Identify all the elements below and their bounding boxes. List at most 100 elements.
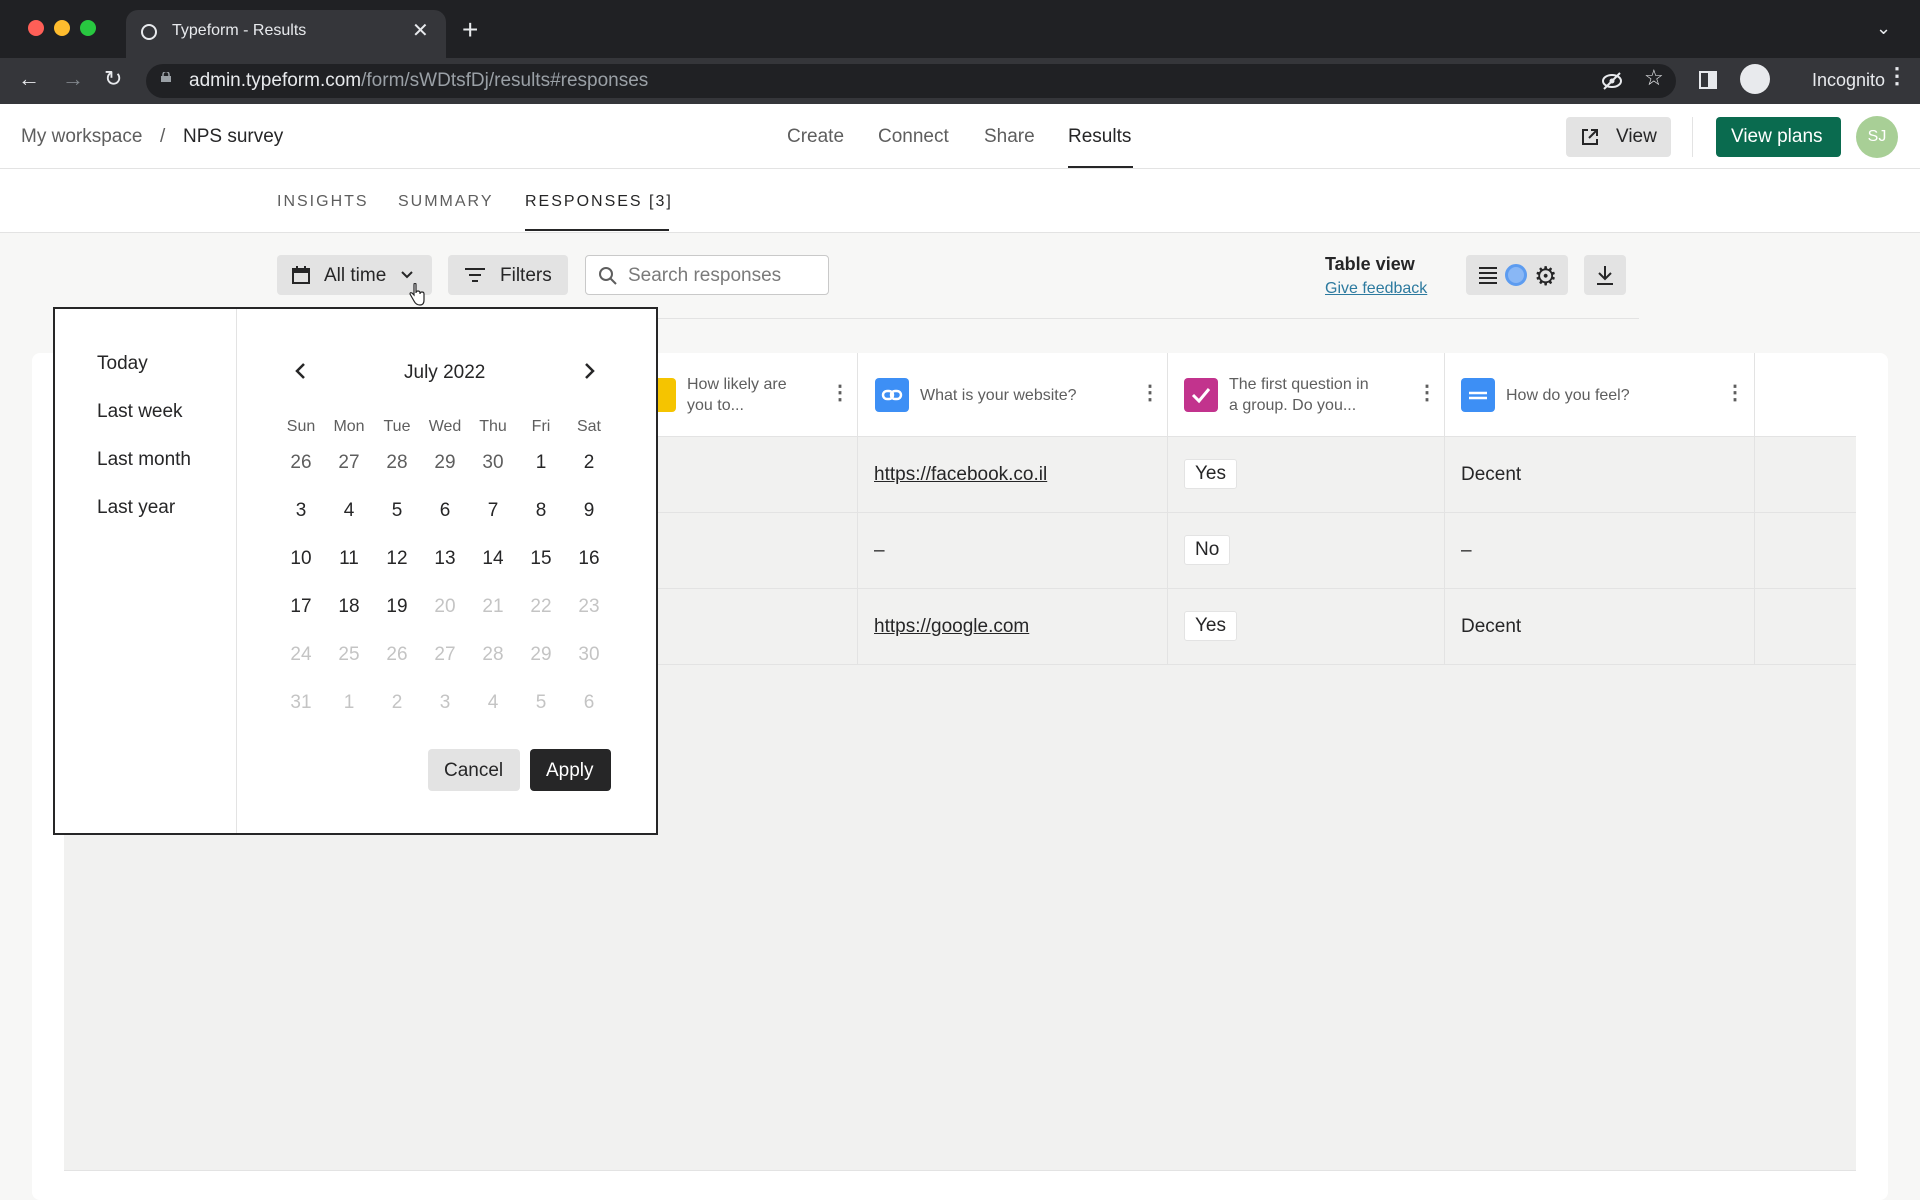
calendar-day[interactable]: 1 xyxy=(517,452,565,474)
calendar-day: 28 xyxy=(482,644,504,665)
breadcrumb-workspace[interactable]: My workspace xyxy=(21,126,142,148)
calendar-day: 25 xyxy=(338,644,360,665)
back-arrow-icon[interactable]: ← xyxy=(18,66,40,92)
column-menu-icon[interactable]: ⋮ xyxy=(1417,380,1437,405)
calendar-day: 21 xyxy=(482,596,504,617)
calendar-day[interactable]: 27 xyxy=(325,452,373,474)
weekday-label: Tue xyxy=(383,418,411,435)
nav-results[interactable]: Results xyxy=(1068,126,1131,148)
column-header-feel[interactable]: How do you feel? xyxy=(1506,385,1630,406)
calendar-day[interactable]: 17 xyxy=(277,596,325,618)
column-header-line1: How likely are xyxy=(687,376,787,393)
calendar-day[interactable]: 12 xyxy=(373,548,421,570)
nav-connect[interactable]: Connect xyxy=(878,126,949,148)
forward-arrow-icon[interactable]: → xyxy=(62,66,84,92)
hand-cursor-icon xyxy=(409,283,425,306)
column-menu-icon[interactable]: ⋮ xyxy=(1725,380,1745,405)
calendar-day[interactable]: 2 xyxy=(565,452,613,474)
calendar-day[interactable]: 8 xyxy=(517,500,565,522)
weekday-label: Sun xyxy=(286,418,316,435)
tab-responses[interactable]: RESPONSES [3] xyxy=(525,193,673,211)
calendar-day[interactable]: 15 xyxy=(517,548,565,570)
browser-menu-icon[interactable]: ⋮ xyxy=(1886,63,1908,89)
cell-answer-pill: Yes xyxy=(1184,611,1237,641)
calendar-day[interactable]: 6 xyxy=(421,500,469,522)
list-view-icon[interactable] xyxy=(1477,265,1499,285)
minimize-window-button[interactable] xyxy=(54,20,70,36)
calendar-day[interactable]: 3 xyxy=(277,500,325,522)
calendar-day[interactable]: 4 xyxy=(325,500,373,522)
popover-divider xyxy=(236,309,237,833)
calendar-day: 24 xyxy=(290,644,312,665)
month-title: July 2022 xyxy=(404,362,486,383)
calendar-day[interactable]: 28 xyxy=(373,452,421,474)
cell-feel: Decent xyxy=(1461,464,1522,485)
toggle-knob[interactable] xyxy=(1505,264,1527,286)
gear-icon[interactable]: ⚙ xyxy=(1534,261,1557,292)
cell-feel: – xyxy=(1461,540,1472,561)
nav-create[interactable]: Create xyxy=(787,126,844,148)
column-header-rating[interactable]: How likely are you to... xyxy=(687,374,787,416)
close-tab-icon[interactable]: ✕ xyxy=(412,18,429,43)
calendar-day: 6 xyxy=(583,692,595,713)
eye-off-icon[interactable] xyxy=(1601,70,1623,92)
dropdown-icon xyxy=(1461,378,1495,412)
calendar-day[interactable]: 16 xyxy=(565,548,613,570)
reload-icon[interactable]: ↻ xyxy=(104,66,122,92)
url-text[interactable]: admin.typeform.com/form/sWDtsfDj/results… xyxy=(189,70,648,92)
view-plans-label: View plans xyxy=(1731,126,1823,147)
prev-month-icon[interactable] xyxy=(294,362,308,380)
cancel-label: Cancel xyxy=(444,760,504,781)
calendar-day[interactable]: 5 xyxy=(373,500,421,522)
url-path: /form/sWDtsfDj/results#responses xyxy=(361,70,649,91)
tab-insights[interactable]: INSIGHTS xyxy=(277,193,369,211)
cell-feel: Decent xyxy=(1461,616,1522,637)
calendar-day: 2 xyxy=(391,692,403,713)
search-icon xyxy=(599,267,617,285)
calendar-day: 3 xyxy=(439,692,451,713)
calendar-day[interactable]: 14 xyxy=(469,548,517,570)
calendar-day[interactable]: 30 xyxy=(469,452,517,474)
cell-website[interactable]: https://facebook.co.il xyxy=(874,464,1047,486)
tab-summary[interactable]: SUMMARY xyxy=(398,193,494,211)
tab-search-chevron-icon[interactable]: ⌄ xyxy=(1876,18,1891,39)
calendar-day[interactable]: 7 xyxy=(469,500,517,522)
url-host: admin.typeform.com xyxy=(189,70,362,91)
preset-today[interactable]: Today xyxy=(97,353,148,375)
column-header-line2: a group. Do you... xyxy=(1229,397,1357,414)
preset-last-year[interactable]: Last year xyxy=(97,497,175,519)
column-header-group-question[interactable]: The first question in a group. Do you... xyxy=(1229,374,1369,416)
calendar-icon xyxy=(292,266,310,284)
give-feedback-link[interactable]: Give feedback xyxy=(1325,280,1427,298)
calendar-day[interactable]: 9 xyxy=(565,500,613,522)
column-header-website[interactable]: What is your website? xyxy=(920,385,1077,406)
calendar-day[interactable]: 19 xyxy=(373,596,421,618)
calendar-day: 22 xyxy=(530,596,552,617)
preset-last-week[interactable]: Last week xyxy=(97,401,183,423)
calendar-day[interactable]: 29 xyxy=(421,452,469,474)
close-window-button[interactable] xyxy=(28,20,44,36)
bookmark-star-icon[interactable]: ☆ xyxy=(1644,65,1664,91)
calendar-day[interactable]: 26 xyxy=(277,452,325,474)
calendar-day[interactable]: 13 xyxy=(421,548,469,570)
calendar-day[interactable]: 11 xyxy=(325,548,373,570)
breadcrumb-form[interactable]: NPS survey xyxy=(183,126,283,148)
column-menu-icon[interactable]: ⋮ xyxy=(1140,380,1160,405)
side-panel-icon[interactable] xyxy=(1698,70,1718,90)
calendar-day[interactable]: 18 xyxy=(325,596,373,618)
column-header-line1: The first question in xyxy=(1229,376,1369,393)
cell-website[interactable]: https://google.com xyxy=(874,616,1029,638)
calendar-day: 20 xyxy=(434,596,456,617)
incognito-icon xyxy=(1740,64,1770,94)
breadcrumb-separator: / xyxy=(160,126,166,147)
preset-last-month[interactable]: Last month xyxy=(97,449,191,471)
maximize-window-button[interactable] xyxy=(80,20,96,36)
calendar-day: 27 xyxy=(434,644,456,665)
avatar[interactable]: SJ xyxy=(1856,116,1898,158)
next-month-icon[interactable] xyxy=(582,362,596,380)
calendar-day[interactable]: 10 xyxy=(277,548,325,570)
new-tab-icon[interactable]: + xyxy=(462,14,478,46)
subtab-active-indicator xyxy=(525,229,669,231)
nav-share[interactable]: Share xyxy=(984,126,1035,148)
column-menu-icon[interactable]: ⋮ xyxy=(830,380,850,405)
